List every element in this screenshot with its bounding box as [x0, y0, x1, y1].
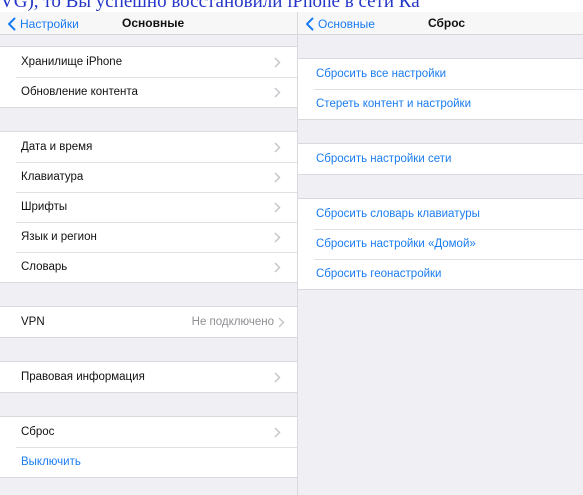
screenshot: VG), то Вы успешно восстановили iPhone в… [0, 0, 583, 495]
row-language-region[interactable]: Язык и регион [0, 222, 297, 252]
navigation-bar: Настройки Основные [0, 12, 297, 35]
back-label: Настройки [20, 16, 79, 31]
row-label: Шрифты [21, 201, 68, 213]
section-spacer [0, 283, 297, 306]
section-spacer [298, 120, 583, 143]
row-fonts[interactable]: Шрифты [0, 192, 297, 222]
chevron-left-icon [306, 17, 314, 30]
chevron-right-icon [274, 86, 281, 98]
settings-group-locale: Дата и время Клавиатура Шрифты Язык и ре… [0, 131, 297, 283]
section-spacer [0, 338, 297, 361]
page-title: Основные [122, 16, 185, 30]
reset-all-settings-button[interactable]: Сбросить все настройки [298, 59, 583, 89]
row-background-app-refresh[interactable]: Обновление контента [0, 77, 297, 107]
navigation-bar: Основные Сброс [298, 12, 583, 35]
settings-group-legal: Правовая информация [0, 361, 297, 393]
chevron-right-icon [274, 56, 281, 68]
reset-keyboard-dictionary-button[interactable]: Сбросить словарь клавиатуры [298, 199, 583, 229]
row-legal-information[interactable]: Правовая информация [0, 362, 297, 392]
row-label: Выключить [21, 456, 81, 468]
section-spacer [0, 393, 297, 416]
chevron-right-icon [274, 231, 281, 243]
row-dictionary[interactable]: Словарь [0, 252, 297, 282]
chevron-right-icon [278, 316, 285, 328]
reset-panel: Основные Сброс Сбросить все настройки Ст… [297, 12, 583, 495]
row-label: Сбросить геонастройки [316, 268, 442, 280]
page-title: Сброс [428, 16, 466, 30]
shut-down-button[interactable]: Выключить [0, 447, 297, 477]
chevron-right-icon [274, 171, 281, 183]
back-label: Основные [318, 16, 375, 31]
chevron-left-icon [8, 17, 16, 30]
section-spacer [0, 108, 297, 131]
chevron-right-icon [274, 426, 281, 438]
reset-group-settings: Сбросить все настройки Стереть контент и… [298, 58, 583, 120]
chevron-right-icon [274, 371, 281, 383]
section-spacer [298, 35, 583, 58]
settings-group-storage: Хранилище iPhone Обновление контента [0, 46, 297, 108]
row-label: Стереть контент и настройки [316, 98, 472, 110]
erase-all-content-button[interactable]: Стереть контент и настройки [298, 89, 583, 119]
row-label: Дата и время [21, 141, 93, 153]
row-label: Словарь [21, 261, 68, 273]
settings-group-reset: Сброс Выключить [0, 416, 297, 478]
row-label: Язык и регион [21, 231, 97, 243]
row-vpn[interactable]: VPN Не подключено [0, 307, 297, 337]
row-iphone-storage[interactable]: Хранилище iPhone [0, 47, 297, 77]
row-reset[interactable]: Сброс [0, 417, 297, 447]
back-button-settings[interactable]: Настройки [6, 12, 79, 35]
row-label: Обновление контента [21, 86, 138, 98]
row-keyboard[interactable]: Клавиатура [0, 162, 297, 192]
row-label: VPN [21, 316, 45, 328]
general-settings-panel: Настройки Основные Хранилище iPhone Обно… [0, 12, 297, 495]
row-label: Сбросить словарь клавиатуры [316, 208, 480, 220]
section-spacer [0, 35, 297, 46]
row-label: Правовая информация [21, 371, 145, 383]
vpn-status-value: Не подключено [191, 316, 274, 328]
row-label: Хранилище iPhone [21, 56, 123, 68]
row-label: Сбросить настройки сети [316, 153, 452, 165]
chevron-right-icon [274, 261, 281, 273]
section-spacer [298, 175, 583, 198]
chevron-right-icon [274, 201, 281, 213]
row-label: Клавиатура [21, 171, 84, 183]
reset-home-screen-layout-button[interactable]: Сбросить настройки «Домой» [298, 229, 583, 259]
reset-location-privacy-button[interactable]: Сбросить геонастройки [298, 259, 583, 289]
reset-group-network: Сбросить настройки сети [298, 143, 583, 175]
chevron-right-icon [274, 141, 281, 153]
row-date-time[interactable]: Дата и время [0, 132, 297, 162]
settings-group-vpn: VPN Не подключено [0, 306, 297, 338]
reset-network-settings-button[interactable]: Сбросить настройки сети [298, 144, 583, 174]
row-label: Сбросить все настройки [316, 68, 447, 80]
row-label: Сброс [21, 426, 55, 438]
reset-group-other: Сбросить словарь клавиатуры Сбросить нас… [298, 198, 583, 290]
back-button-general[interactable]: Основные [304, 12, 375, 35]
row-label: Сбросить настройки «Домой» [316, 238, 476, 250]
